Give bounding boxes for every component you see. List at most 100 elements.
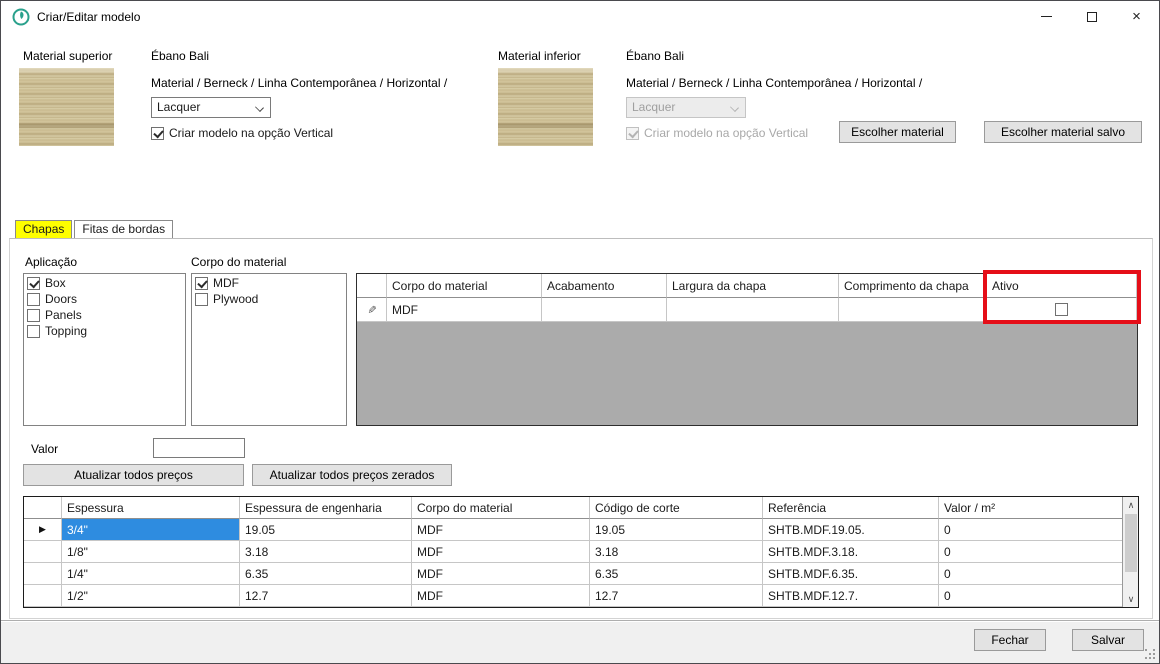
corpo-item-plywood[interactable]: Plywood xyxy=(193,292,345,308)
maximize-icon xyxy=(1087,12,1097,22)
cell[interactable]: 12.7 xyxy=(240,585,412,607)
checkbox-unchecked-icon[interactable] xyxy=(27,293,40,306)
corpo-material-label: Corpo do material xyxy=(191,255,286,269)
salvar-button[interactable]: Salvar xyxy=(1072,629,1144,651)
material-superior-thumbnail[interactable] xyxy=(19,68,114,146)
cell[interactable]: 12.7 xyxy=(590,585,763,607)
cell[interactable]: SHTB.MDF.12.7. xyxy=(763,585,939,607)
cell[interactable]: MDF xyxy=(412,585,590,607)
scroll-down-icon[interactable]: ∨ xyxy=(1123,591,1139,607)
cell[interactable]: 19.05 xyxy=(240,519,412,541)
resize-grip[interactable] xyxy=(1145,649,1155,659)
vertical-scrollbar[interactable]: ∧ ∨ xyxy=(1122,497,1138,607)
sheet-grid-row[interactable]: ✎ MDF xyxy=(357,298,1137,322)
thickness-row-1[interactable]: 1/8" 3.18 MDF 3.18 SHTB.MDF.3.18. 0 xyxy=(24,541,1138,563)
cell-comprimento[interactable] xyxy=(839,298,987,322)
ativo-checkbox-unchecked-icon[interactable] xyxy=(1055,303,1068,316)
material-inferior-name: Ébano Bali xyxy=(626,49,684,63)
cell[interactable]: 0 xyxy=(939,541,1138,563)
sheet-grid-header-row: Corpo do material Acabamento Largura da … xyxy=(357,274,1137,298)
update-all-prices-button[interactable]: Atualizar todos preços xyxy=(23,464,244,486)
maximize-button[interactable] xyxy=(1069,1,1114,32)
chevron-down-icon xyxy=(255,103,264,112)
checkbox-checked-icon[interactable] xyxy=(195,277,208,290)
cell[interactable]: 1/4" xyxy=(62,563,240,585)
minimize-icon xyxy=(1041,16,1052,17)
close-icon: × xyxy=(1132,12,1141,22)
sheet-grid-col-acabamento: Acabamento xyxy=(542,274,667,298)
checkbox-checked-disabled-icon xyxy=(626,127,639,140)
aplicacao-item-label: Box xyxy=(45,276,66,290)
cell[interactable]: 6.35 xyxy=(240,563,412,585)
cell[interactable]: 0 xyxy=(939,585,1138,607)
close-button[interactable]: × xyxy=(1114,1,1159,32)
material-superior-finish-value: Lacquer xyxy=(157,100,200,114)
material-inferior-thumbnail[interactable] xyxy=(498,68,593,146)
cell-ativo[interactable] xyxy=(987,298,1137,322)
cell[interactable]: 0 xyxy=(939,563,1138,585)
cell[interactable]: 3.18 xyxy=(590,541,763,563)
material-superior-vertical-option[interactable]: Criar modelo na opção Vertical xyxy=(151,126,333,140)
material-inferior-vertical-label: Criar modelo na opção Vertical xyxy=(644,126,808,140)
thickness-row-0[interactable]: ▶ 3/4" 19.05 MDF 19.05 SHTB.MDF.19.05. 0 xyxy=(24,519,1138,541)
current-row-indicator: ▶ xyxy=(24,519,62,541)
update-zero-prices-button[interactable]: Atualizar todos preços zerados xyxy=(252,464,452,486)
thickness-grid-header-row: Espessura Espessura de engenharia Corpo … xyxy=(24,497,1138,519)
col-valor-m2: Valor / m² xyxy=(939,497,1138,519)
fechar-button[interactable]: Fechar xyxy=(974,629,1046,651)
valor-input[interactable] xyxy=(153,438,245,458)
cell[interactable]: 0 xyxy=(939,519,1138,541)
cell-acabamento[interactable] xyxy=(542,298,667,322)
checkbox-unchecked-icon[interactable] xyxy=(195,293,208,306)
cell[interactable]: 1/8" xyxy=(62,541,240,563)
corpo-item-label: Plywood xyxy=(213,292,258,306)
row-header xyxy=(24,541,62,563)
sheet-grid-col-largura: Largura da chapa xyxy=(667,274,839,298)
material-superior-finish-select[interactable]: Lacquer xyxy=(151,97,271,118)
corpo-item-mdf[interactable]: MDF xyxy=(193,276,345,292)
cell[interactable]: MDF xyxy=(412,519,590,541)
cell[interactable]: MDF xyxy=(412,541,590,563)
tab-fitas-de-bordas[interactable]: Fitas de bordas xyxy=(74,220,173,238)
row-arrow-icon: ▶ xyxy=(39,524,46,535)
cell[interactable]: SHTB.MDF.19.05. xyxy=(763,519,939,541)
aplicacao-item-label: Topping xyxy=(45,324,87,338)
aplicacao-listbox: Box Doors Panels Topping xyxy=(23,273,186,426)
checkbox-checked-icon[interactable] xyxy=(151,127,164,140)
minimize-button[interactable] xyxy=(1024,1,1069,32)
cell[interactable]: 1/2" xyxy=(62,585,240,607)
scroll-up-icon[interactable]: ∧ xyxy=(1123,497,1139,513)
thickness-grid-corner-cell xyxy=(24,497,62,519)
checkbox-unchecked-icon[interactable] xyxy=(27,309,40,322)
choose-material-button[interactable]: Escolher material xyxy=(839,121,956,143)
title-bar: Criar/Editar modelo × xyxy=(1,1,1159,32)
row-edit-indicator: ✎ xyxy=(357,298,387,322)
aplicacao-item-box[interactable]: Box xyxy=(25,276,184,292)
cell[interactable]: 6.35 xyxy=(590,563,763,585)
checkbox-checked-icon[interactable] xyxy=(27,277,40,290)
chevron-down-icon xyxy=(730,103,739,112)
valor-label: Valor xyxy=(31,442,58,456)
cell[interactable]: SHTB.MDF.3.18. xyxy=(763,541,939,563)
aplicacao-item-panels[interactable]: Panels xyxy=(25,308,184,324)
cell[interactable]: 3.18 xyxy=(240,541,412,563)
tab-chapas[interactable]: Chapas xyxy=(15,220,72,238)
material-superior-label: Material superior xyxy=(23,49,112,63)
cell-largura[interactable] xyxy=(667,298,839,322)
scrollbar-thumb[interactable] xyxy=(1125,514,1137,572)
sheet-grid-corner-cell xyxy=(357,274,387,298)
checkbox-unchecked-icon[interactable] xyxy=(27,325,40,338)
aplicacao-item-doors[interactable]: Doors xyxy=(25,292,184,308)
thickness-row-2[interactable]: 1/4" 6.35 MDF 6.35 SHTB.MDF.6.35. 0 xyxy=(24,563,1138,585)
dialog-footer: Fechar Salvar xyxy=(1,620,1159,663)
cell[interactable]: SHTB.MDF.6.35. xyxy=(763,563,939,585)
aplicacao-item-topping[interactable]: Topping xyxy=(25,324,184,340)
cell[interactable]: 19.05 xyxy=(590,519,763,541)
col-referencia: Referência xyxy=(763,497,939,519)
thickness-row-3[interactable]: 1/2" 12.7 MDF 12.7 SHTB.MDF.12.7. 0 xyxy=(24,585,1138,607)
corpo-item-label: MDF xyxy=(213,276,239,290)
choose-saved-material-button[interactable]: Escolher material salvo xyxy=(984,121,1142,143)
cell-espessura-selected[interactable]: 3/4" xyxy=(62,519,240,541)
cell[interactable]: MDF xyxy=(412,563,590,585)
cell-corpo[interactable]: MDF xyxy=(387,298,542,322)
